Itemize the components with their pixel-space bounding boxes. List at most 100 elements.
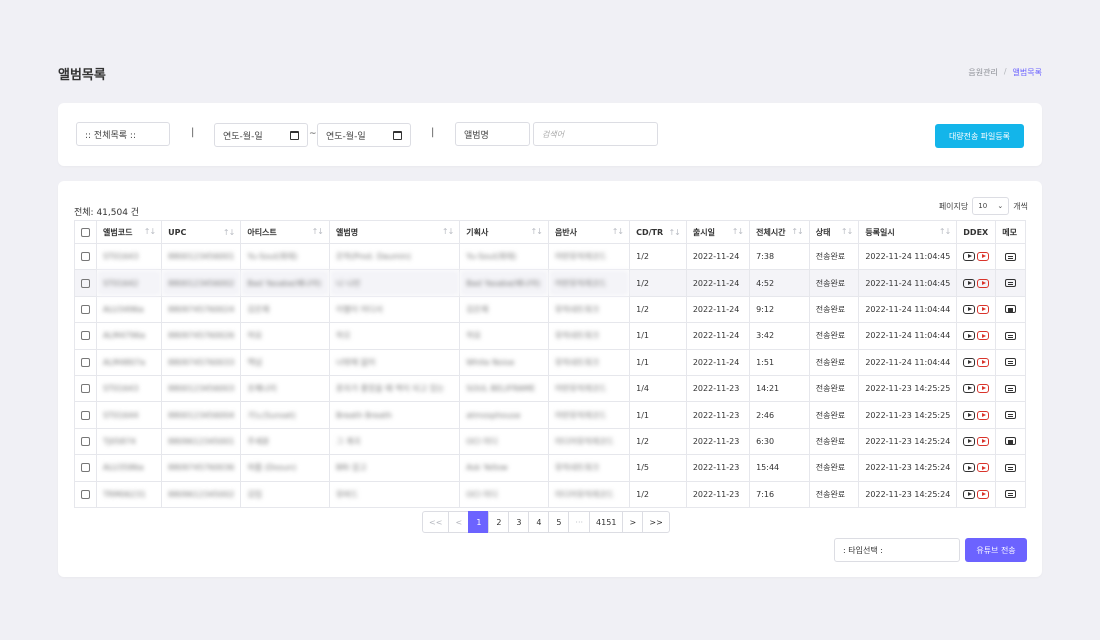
- cell-agency: 김은채: [459, 295, 549, 324]
- row-checkbox[interactable]: [81, 384, 90, 394]
- youtube-play-icon[interactable]: [977, 410, 990, 420]
- list-filter-select[interactable]: :: 전체목록 ::: [76, 122, 170, 146]
- column-header[interactable]: 전체시간 ↑↓: [749, 220, 810, 244]
- youtube-send-button[interactable]: 유튜브 전송: [965, 538, 1027, 562]
- cell-release-date: 2022-11-23: [685, 454, 751, 482]
- memo-icon[interactable]: [1005, 331, 1017, 340]
- row-checkbox[interactable]: [81, 331, 90, 341]
- date-to-input[interactable]: 연도-월-일: [317, 123, 411, 147]
- last-page-button[interactable]: >>: [642, 511, 670, 533]
- youtube-play-icon[interactable]: [977, 463, 990, 473]
- table-row[interactable]: ST01642 8800123456002 Bad Yasaba(배나야) 나 나린 B…: [74, 269, 1026, 297]
- page-button-last-number[interactable]: 4151: [589, 511, 624, 533]
- table-row[interactable]: ST01644 8800123456004 가노(Sunset) Breath Bre…: [74, 401, 1026, 429]
- cell-cd-tr: 1/1: [629, 322, 687, 350]
- memo-icon[interactable]: [1005, 305, 1017, 314]
- prev-page-button[interactable]: <: [448, 511, 470, 533]
- page-button-5[interactable]: 5: [548, 511, 570, 533]
- next-page-button[interactable]: >: [622, 511, 644, 533]
- ddex-play-icon[interactable]: [963, 278, 976, 288]
- table-row[interactable]: ST01643 8800123456003 조혜나미 혼자가 좋았을 때 짝이 되고 …: [74, 374, 1026, 403]
- cell-status: 전송완료: [808, 427, 860, 456]
- row-checkbox[interactable]: [81, 410, 90, 420]
- ddex-play-icon[interactable]: [963, 489, 976, 499]
- table-row[interactable]: ALM4807a 8809745760033 핵넘 너밖에 없어 White Noise…: [74, 348, 1026, 376]
- column-header[interactable]: 앨범코드 ↑↓: [95, 220, 163, 244]
- keyword-field-select[interactable]: 앨범명: [455, 122, 530, 146]
- select-all-header: [74, 220, 97, 244]
- column-header[interactable]: 등록일시 ↑↓: [858, 220, 958, 244]
- ddex-play-icon[interactable]: [963, 331, 976, 341]
- cell-cd-tr: 1/1: [629, 401, 687, 429]
- cell-label: 뮤직네트워크: [547, 295, 631, 324]
- memo-icon[interactable]: [1005, 490, 1017, 499]
- row-checkbox-cell: [74, 374, 97, 403]
- memo-icon[interactable]: [1005, 252, 1017, 261]
- column-header[interactable]: UPC ↑↓: [161, 220, 242, 244]
- first-page-button[interactable]: <<: [422, 511, 450, 533]
- memo-icon[interactable]: [1005, 358, 1017, 367]
- page-button-4[interactable]: 4: [528, 511, 550, 533]
- table-row[interactable]: ST01643 8800123456001 Yu-Soul(최태) 은하(Prod. …: [74, 242, 1026, 271]
- table-row[interactable]: TJ05874 8809612345001 주세윤 그 계곡 OCI 미디 미디어뮤직레코…: [74, 427, 1026, 456]
- date-from-input[interactable]: 연도-월-일: [214, 123, 308, 147]
- search-input[interactable]: 검색어: [533, 122, 658, 146]
- memo-cell: [995, 348, 1026, 376]
- column-header[interactable]: 상태 ↑↓: [808, 220, 860, 244]
- page-button-3[interactable]: 3: [508, 511, 530, 533]
- row-checkbox-cell: [74, 269, 97, 297]
- row-checkbox[interactable]: [81, 463, 90, 473]
- youtube-play-icon[interactable]: [977, 278, 990, 288]
- row-checkbox[interactable]: [81, 357, 90, 367]
- table-row[interactable]: ALU3586a 8809745760036 외롭 (Dosun) BRI 잡고 Ask…: [74, 454, 1026, 482]
- pagination: << < 1 2 3 4 5 ··· 4151 > >>: [422, 511, 670, 533]
- sort-icon: ↑↓: [668, 227, 680, 237]
- calendar-icon[interactable]: [290, 130, 299, 140]
- page-button-2[interactable]: 2: [488, 511, 510, 533]
- type-select[interactable]: : 타입선택 :: [834, 538, 960, 562]
- column-header[interactable]: 기획사 ↑↓: [459, 220, 549, 244]
- column-header[interactable]: CD/TR ↑↓: [629, 220, 687, 244]
- cell-album-name: 하오: [328, 322, 461, 350]
- ddex-play-icon[interactable]: [963, 436, 976, 446]
- youtube-play-icon[interactable]: [977, 489, 990, 499]
- column-header[interactable]: 아티스트 ↑↓: [240, 220, 330, 244]
- per-page-select[interactable]: 10 ⌄: [972, 197, 1010, 215]
- ddex-play-icon[interactable]: [963, 463, 976, 473]
- memo-icon[interactable]: [1005, 384, 1017, 393]
- row-checkbox[interactable]: [81, 252, 90, 262]
- youtube-play-icon[interactable]: [977, 357, 990, 367]
- breadcrumb-item-music-management[interactable]: 음원관리: [968, 67, 997, 78]
- ddex-play-icon[interactable]: [963, 410, 976, 420]
- row-checkbox[interactable]: [81, 278, 90, 288]
- youtube-play-icon[interactable]: [977, 252, 990, 262]
- select-all-checkbox[interactable]: [81, 227, 90, 237]
- column-header[interactable]: 출시일 ↑↓: [685, 220, 751, 244]
- ddex-play-icon[interactable]: [963, 357, 976, 367]
- row-checkbox[interactable]: [81, 436, 90, 446]
- column-header[interactable]: 음반사 ↑↓: [547, 220, 631, 244]
- column-header[interactable]: 앨범명 ↑↓: [328, 220, 461, 244]
- memo-icon[interactable]: [1005, 437, 1017, 446]
- youtube-play-icon[interactable]: [977, 384, 990, 394]
- row-checkbox[interactable]: [81, 489, 90, 499]
- youtube-play-icon[interactable]: [977, 331, 990, 341]
- page-button-1[interactable]: 1: [468, 511, 490, 533]
- table-row[interactable]: TRM06231 8809612345002 김임 뮤바드 OCI 미디 미디어뮤직레코드…: [74, 480, 1026, 508]
- memo-icon[interactable]: [1005, 411, 1017, 420]
- bulk-upload-button[interactable]: 대량전송 파일등록: [935, 124, 1024, 148]
- calendar-icon[interactable]: [393, 130, 402, 140]
- youtube-play-icon[interactable]: [977, 436, 990, 446]
- cell-total-time: 2:46: [749, 401, 810, 429]
- memo-icon[interactable]: [1005, 279, 1017, 288]
- ddex-play-icon[interactable]: [963, 304, 976, 314]
- ddex-play-icon[interactable]: [963, 252, 976, 262]
- cell-registered-at: 2022-11-23 14:25:25: [858, 374, 958, 403]
- ddex-play-icon[interactable]: [963, 384, 976, 394]
- table-row[interactable]: ALM4796a 8809745760026 하요 하오 하요 뮤직네트워크 1/1 2022…: [74, 322, 1026, 350]
- row-checkbox[interactable]: [81, 304, 90, 314]
- cell-album-code: ST01643: [95, 242, 163, 271]
- table-row[interactable]: ALU3496a 8809745760024 김은채 이별이 어디서 김은채 뮤직네트워크…: [74, 295, 1026, 324]
- youtube-play-icon[interactable]: [977, 304, 990, 314]
- memo-icon[interactable]: [1005, 463, 1017, 472]
